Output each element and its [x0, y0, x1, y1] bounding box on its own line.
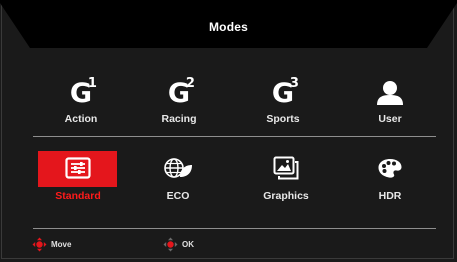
g2-icon: G2	[167, 75, 195, 109]
mode-action[interactable]: G1 Action	[40, 75, 122, 141]
user-icon	[349, 75, 431, 111]
picture-icon	[245, 150, 327, 186]
footer-move-label: Move	[51, 239, 72, 249]
dpad-press-icon	[163, 237, 178, 252]
footer-divider	[33, 228, 436, 229]
mode-label: ECO	[166, 190, 190, 202]
mode-hdr[interactable]: HDR	[349, 150, 431, 216]
mode-label: HDR	[378, 190, 402, 202]
mode-eco[interactable]: ECO	[137, 150, 219, 216]
mode-standard[interactable]: Standard	[37, 150, 119, 216]
mode-graphics[interactable]: Graphics	[245, 150, 327, 216]
palette-icon	[349, 150, 431, 186]
g1-icon: G1	[69, 75, 97, 109]
mode-racing[interactable]: G2 Racing	[138, 75, 220, 141]
mode-sports[interactable]: G3 Sports	[242, 75, 324, 141]
mode-user[interactable]: User	[349, 75, 431, 141]
sliders-icon	[37, 150, 119, 186]
mode-label: Action	[64, 113, 98, 125]
dpad-four-way-icon	[32, 237, 47, 252]
g3-icon: G3	[271, 75, 299, 109]
mode-label: Racing	[161, 113, 197, 125]
mode-label: User	[378, 113, 402, 125]
footer-ok-label: OK	[182, 239, 194, 249]
modes-grid: G1 Action G2 Racing G3 Sports User Stand…	[0, 0, 457, 262]
mode-label: Standard	[55, 190, 101, 202]
row-divider	[33, 136, 436, 137]
mode-label: Graphics	[263, 190, 309, 202]
osd-menu: Modes G1 Action G2 Racing G3 Sports User…	[0, 0, 457, 262]
globe-leaf-icon	[137, 150, 219, 186]
footer-ok-hint: OK	[163, 236, 194, 252]
footer-move-hint: Move	[32, 236, 71, 252]
mode-label: Sports	[266, 113, 300, 125]
